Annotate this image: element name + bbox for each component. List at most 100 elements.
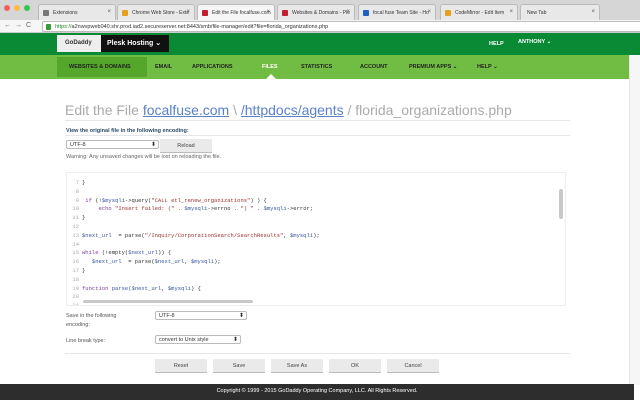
code-line: 15 while (!empty($next_url)) {	[67, 249, 565, 258]
code-token: $next_url	[82, 231, 112, 239]
tab-favicon-icon	[202, 10, 208, 16]
line-number: 17	[72, 266, 79, 274]
code-token: }	[82, 266, 86, 274]
nav-account[interactable]: ACCOUNT	[360, 64, 388, 70]
user-menu[interactable]: ANTHONY ⌄	[518, 39, 551, 45]
tab-close-icon[interactable]: ×	[107, 9, 111, 15]
tab-close-icon[interactable]: ×	[591, 9, 595, 15]
tab-close-icon[interactable]: ×	[186, 9, 190, 15]
tab-close-icon[interactable]: ×	[346, 9, 350, 15]
browser-tab[interactable]: Edit the File focalfuse.com ×	[197, 4, 275, 20]
code-token: parse(	[111, 284, 132, 292]
tab-favicon-icon	[43, 10, 49, 16]
code-token: .	[174, 205, 185, 213]
line-break-select[interactable]: convert to Unix style	[155, 335, 241, 344]
cancel-button[interactable]: Cancel	[387, 359, 439, 373]
line-number: 11	[72, 214, 79, 222]
browser-tab[interactable]: New Tab ×	[520, 4, 600, 20]
footer-copyright: Copyright © 1999 - 2015 GoDaddy Operatin…	[0, 384, 634, 400]
code-token: function	[82, 284, 112, 292]
tab-label: Chrome Web Store - Exte	[132, 10, 190, 16]
reset-button[interactable]: Reset	[155, 359, 207, 373]
code-token: $mysqli	[167, 284, 191, 292]
tab-label: focal fuse Team Site - Ho	[373, 10, 429, 16]
page-scrollbar[interactable]	[629, 55, 640, 385]
code-token: = parse(	[121, 258, 155, 266]
code-line: 7}	[67, 179, 565, 188]
line-number: 21	[72, 302, 79, 306]
nav-files[interactable]: FILES	[262, 64, 278, 70]
browser-tab[interactable]: Chrome Web Store - Exte ×	[117, 4, 195, 20]
code-token: $next_url	[128, 249, 158, 257]
nav-websites-domains[interactable]: WEBSITES & DOMAINS	[69, 64, 131, 70]
code-token: (!	[95, 196, 102, 204]
code-token: );	[214, 258, 221, 266]
code-line: 9 if (!$mysqli->query("CALL etl_renew_or…	[67, 197, 565, 206]
nav-email[interactable]: EMAIL	[155, 64, 172, 70]
code-token: while	[82, 249, 102, 257]
code-token: (!empty(	[101, 249, 129, 257]
code-token: = parse(	[111, 231, 145, 239]
code-editor[interactable]: 7} 8 9 if (!$mysqli->query("CALL etl_renew…	[66, 172, 566, 306]
browser-tab[interactable]: CodeMirror - Edit Item ×	[440, 4, 518, 20]
code-token: "Insert failed: ("	[115, 205, 175, 213]
editor-horizontal-scrollbar[interactable]	[83, 300, 253, 303]
tab-favicon-icon	[445, 10, 451, 16]
code-token: }	[82, 214, 86, 222]
help-link[interactable]: HELP	[489, 41, 504, 47]
save-button[interactable]: Save	[213, 359, 265, 373]
browser-tab[interactable]: Extensions ×	[38, 4, 116, 20]
line-break-label: Line break type:	[66, 338, 106, 344]
browser-tab[interactable]: Websites & Domains - Ple ×	[277, 4, 355, 20]
product-dropdown[interactable]: Plesk Hosting ⌄	[101, 35, 169, 52]
line-number: 8	[75, 187, 79, 195]
code-token: $mysqli	[289, 231, 314, 239]
code-line: 16 $next_url = parse($next_url, $mysqli)…	[67, 258, 565, 267]
domain-link[interactable]: focalfuse.com	[143, 102, 229, 118]
tab-close-icon[interactable]: ×	[509, 9, 513, 15]
editor-vertical-scrollbar[interactable]	[559, 189, 563, 219]
nav-statistics[interactable]: STATISTICS	[301, 64, 332, 70]
code-token: "CALL etl_renew_organizations"	[151, 196, 251, 204]
tab-close-icon[interactable]: ×	[266, 9, 270, 15]
code-token: ->error;	[286, 205, 314, 213]
code-line: 14	[67, 241, 565, 250]
url-input[interactable]: https://a2nwvpweb040.shr.prod.iad2.secur…	[42, 21, 640, 32]
view-encoding-select[interactable]: UTF-8	[66, 140, 159, 149]
code-token: ->query(	[124, 196, 152, 204]
tab-label: Extensions	[53, 10, 78, 16]
code-token: .	[253, 205, 264, 213]
save-as-button[interactable]: Save As	[271, 359, 323, 373]
browser-tab-bar: Extensions × Chrome Web Store - Exte × Edit …	[0, 0, 640, 20]
code-token: $next_url	[154, 258, 185, 266]
save-encoding-select[interactable]: UTF-8	[155, 311, 247, 320]
code-line: 8	[67, 188, 565, 197]
code-line: 12	[67, 223, 565, 232]
reload-button[interactable]: Reload	[160, 139, 212, 153]
reload-warning: Warning: Any unsaved changes will be los…	[66, 154, 222, 160]
tab-close-icon[interactable]: ×	[427, 9, 431, 15]
code-token: $next_url	[131, 284, 162, 292]
lock-icon	[46, 24, 51, 30]
godaddy-logo[interactable]: GoDaddy	[57, 35, 101, 52]
code-token: ,	[161, 284, 168, 292]
ok-button[interactable]: OK	[329, 359, 381, 373]
code-line: 10 echo "Insert failed: (" . $mysqli->er…	[67, 205, 565, 214]
browser-nav-icons[interactable]: ←→C	[4, 22, 35, 29]
code-token: ) {	[190, 284, 201, 292]
code-token: ) ) {	[250, 196, 267, 204]
browser-tab[interactable]: focal fuse Team Site - Ho ×	[358, 4, 436, 20]
line-number: 14	[72, 240, 79, 248]
tab-favicon-icon	[363, 10, 369, 16]
code-token: ,	[283, 231, 290, 239]
line-number: 20	[72, 293, 79, 301]
divider	[65, 353, 570, 354]
code-line: 11}	[67, 214, 565, 223]
nav-premium-apps[interactable]: PREMIUM APPS ⌄	[409, 64, 457, 70]
line-number: 13	[72, 231, 79, 239]
path-link[interactable]: /httpdocs/agents	[241, 102, 344, 118]
nav-applications[interactable]: APPLICATIONS	[192, 64, 233, 70]
code-token: )) {	[157, 249, 172, 257]
nav-help[interactable]: HELP ⌄	[477, 64, 498, 70]
window-controls[interactable]	[4, 5, 30, 11]
